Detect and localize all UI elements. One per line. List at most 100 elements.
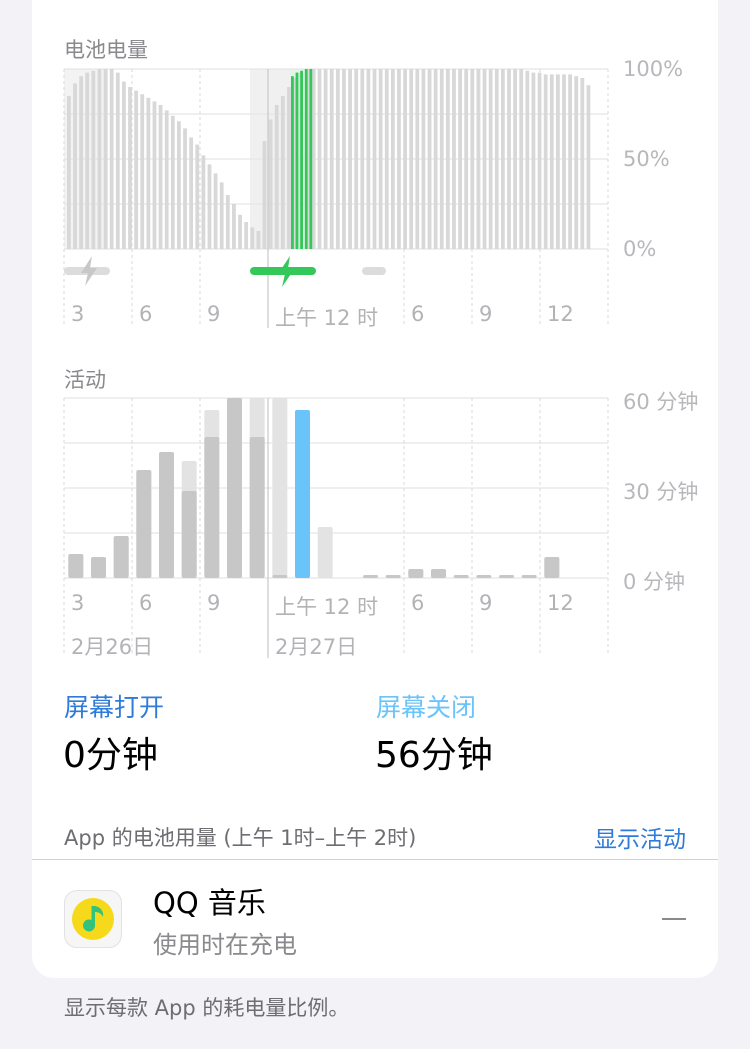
activity-bar-screen-on	[136, 470, 152, 578]
activity-bar-screen-on	[521, 575, 537, 578]
battery-bar	[433, 69, 438, 249]
battery-bar	[73, 83, 77, 250]
battery-bar	[513, 69, 517, 249]
battery-bar-selected	[300, 70, 303, 249]
battery-bar	[360, 69, 365, 249]
battery-bar	[97, 69, 102, 249]
battery-bar	[354, 69, 359, 249]
battery-bar	[250, 227, 255, 249]
battery-bar	[262, 141, 267, 249]
battery-bar	[79, 76, 84, 249]
battery-bar	[525, 70, 530, 249]
battery-bar	[403, 69, 407, 249]
activity-y-tick-0: 0 分钟	[623, 570, 686, 594]
battery-bar	[195, 144, 200, 249]
battery-bar	[67, 96, 71, 249]
battery-bar	[109, 69, 114, 249]
activity-x-tick: 9	[479, 591, 493, 615]
battery-bar	[317, 69, 322, 249]
battery-y-tick-100: 100%	[623, 57, 684, 81]
battery-bar	[464, 69, 469, 249]
activity-bar-screen-on	[159, 452, 174, 578]
activity-y-tick-60: 60 分钟	[623, 390, 699, 414]
battery-bar	[201, 155, 206, 249]
activity-bar-screen-on	[181, 491, 197, 578]
battery-bar	[146, 97, 151, 249]
activity-bar-screen-on	[68, 554, 84, 578]
battery-x-tick: 上午 12 时	[275, 306, 379, 330]
battery-bar	[519, 69, 524, 249]
battery-bar	[323, 69, 328, 249]
activity-bar-screen-on	[91, 557, 106, 578]
battery-bar	[177, 121, 181, 249]
lightning-icon	[81, 256, 97, 286]
battery-bar	[574, 76, 579, 249]
usage-percentage-dash	[662, 918, 686, 920]
battery-bar	[140, 94, 145, 249]
activity-bar-screen-on	[453, 575, 469, 578]
battery-bar	[500, 69, 505, 249]
battery-bar	[427, 69, 432, 249]
battery-bar	[415, 69, 420, 249]
battery-bar	[115, 72, 120, 249]
music-note-icon	[72, 898, 114, 940]
app-status: 使用时在充电	[153, 931, 297, 959]
battery-bar	[439, 69, 444, 249]
battery-x-tick: 3	[71, 302, 85, 326]
battery-x-tick: 12	[547, 302, 574, 326]
battery-bar-selected	[304, 69, 308, 249]
battery-bar	[244, 222, 249, 249]
battery-bar	[128, 87, 132, 249]
battery-bar	[213, 173, 218, 249]
battery-bar	[219, 182, 224, 249]
battery-bar	[562, 74, 566, 250]
battery-bar	[531, 72, 536, 249]
battery-bar	[555, 74, 560, 250]
battery-bar	[549, 74, 554, 250]
screen-off-label: 屏幕关闭	[376, 693, 477, 722]
battery-x-tick: 9	[207, 302, 221, 326]
activity-bar-screen-off	[272, 398, 288, 578]
battery-bar	[170, 115, 175, 249]
battery-bar	[488, 69, 493, 249]
battery-x-tick: 6	[139, 302, 153, 326]
activity-x-tick: 上午 12 时	[275, 595, 379, 619]
activity-bar-screen-off	[317, 527, 333, 578]
battery-bar	[366, 69, 371, 249]
battery-bar	[335, 69, 340, 249]
battery-bar	[183, 128, 187, 249]
activity-bar-screen-on	[272, 575, 288, 578]
battery-bar	[482, 69, 487, 249]
activity-bar-screen-on	[204, 437, 220, 578]
app-usage-title: App 的电池用量 (上午 1时–上午 2时)	[64, 826, 417, 850]
battery-bar	[164, 110, 169, 250]
footer-note: 显示每款 App 的耗电量比例。	[64, 996, 350, 1020]
show-activity-button[interactable]: 显示活动	[594, 820, 686, 854]
battery-bar	[232, 204, 236, 249]
qq-music-app-icon	[64, 890, 122, 948]
battery-bar	[287, 87, 291, 249]
battery-y-tick-50: 50%	[623, 147, 670, 171]
activity-x-tick: 3	[71, 591, 85, 615]
activity-bar-screen-on	[431, 569, 446, 578]
activity-bar-screen-on	[227, 398, 242, 578]
battery-x-tick: 9	[479, 302, 493, 326]
activity-y-tick-30: 30 分钟	[623, 480, 699, 504]
app-name: QQ 音乐	[153, 886, 266, 920]
battery-bar	[189, 137, 194, 249]
battery-bar	[507, 69, 511, 249]
battery-bar	[122, 81, 126, 249]
battery-bar	[586, 85, 591, 249]
battery-y-tick-0: 0%	[623, 237, 657, 261]
battery-bar	[537, 72, 542, 249]
activity-bar-screen-on	[544, 557, 560, 578]
battery-bar	[384, 69, 389, 249]
activity-bar-screen-on	[363, 575, 378, 578]
battery-bar	[329, 69, 334, 249]
battery-bar	[476, 69, 481, 249]
battery-bar-selected	[309, 69, 313, 249]
battery-bar	[372, 69, 377, 249]
battery-bar	[207, 164, 212, 249]
battery-bar	[280, 96, 285, 249]
battery-bar	[390, 69, 395, 249]
